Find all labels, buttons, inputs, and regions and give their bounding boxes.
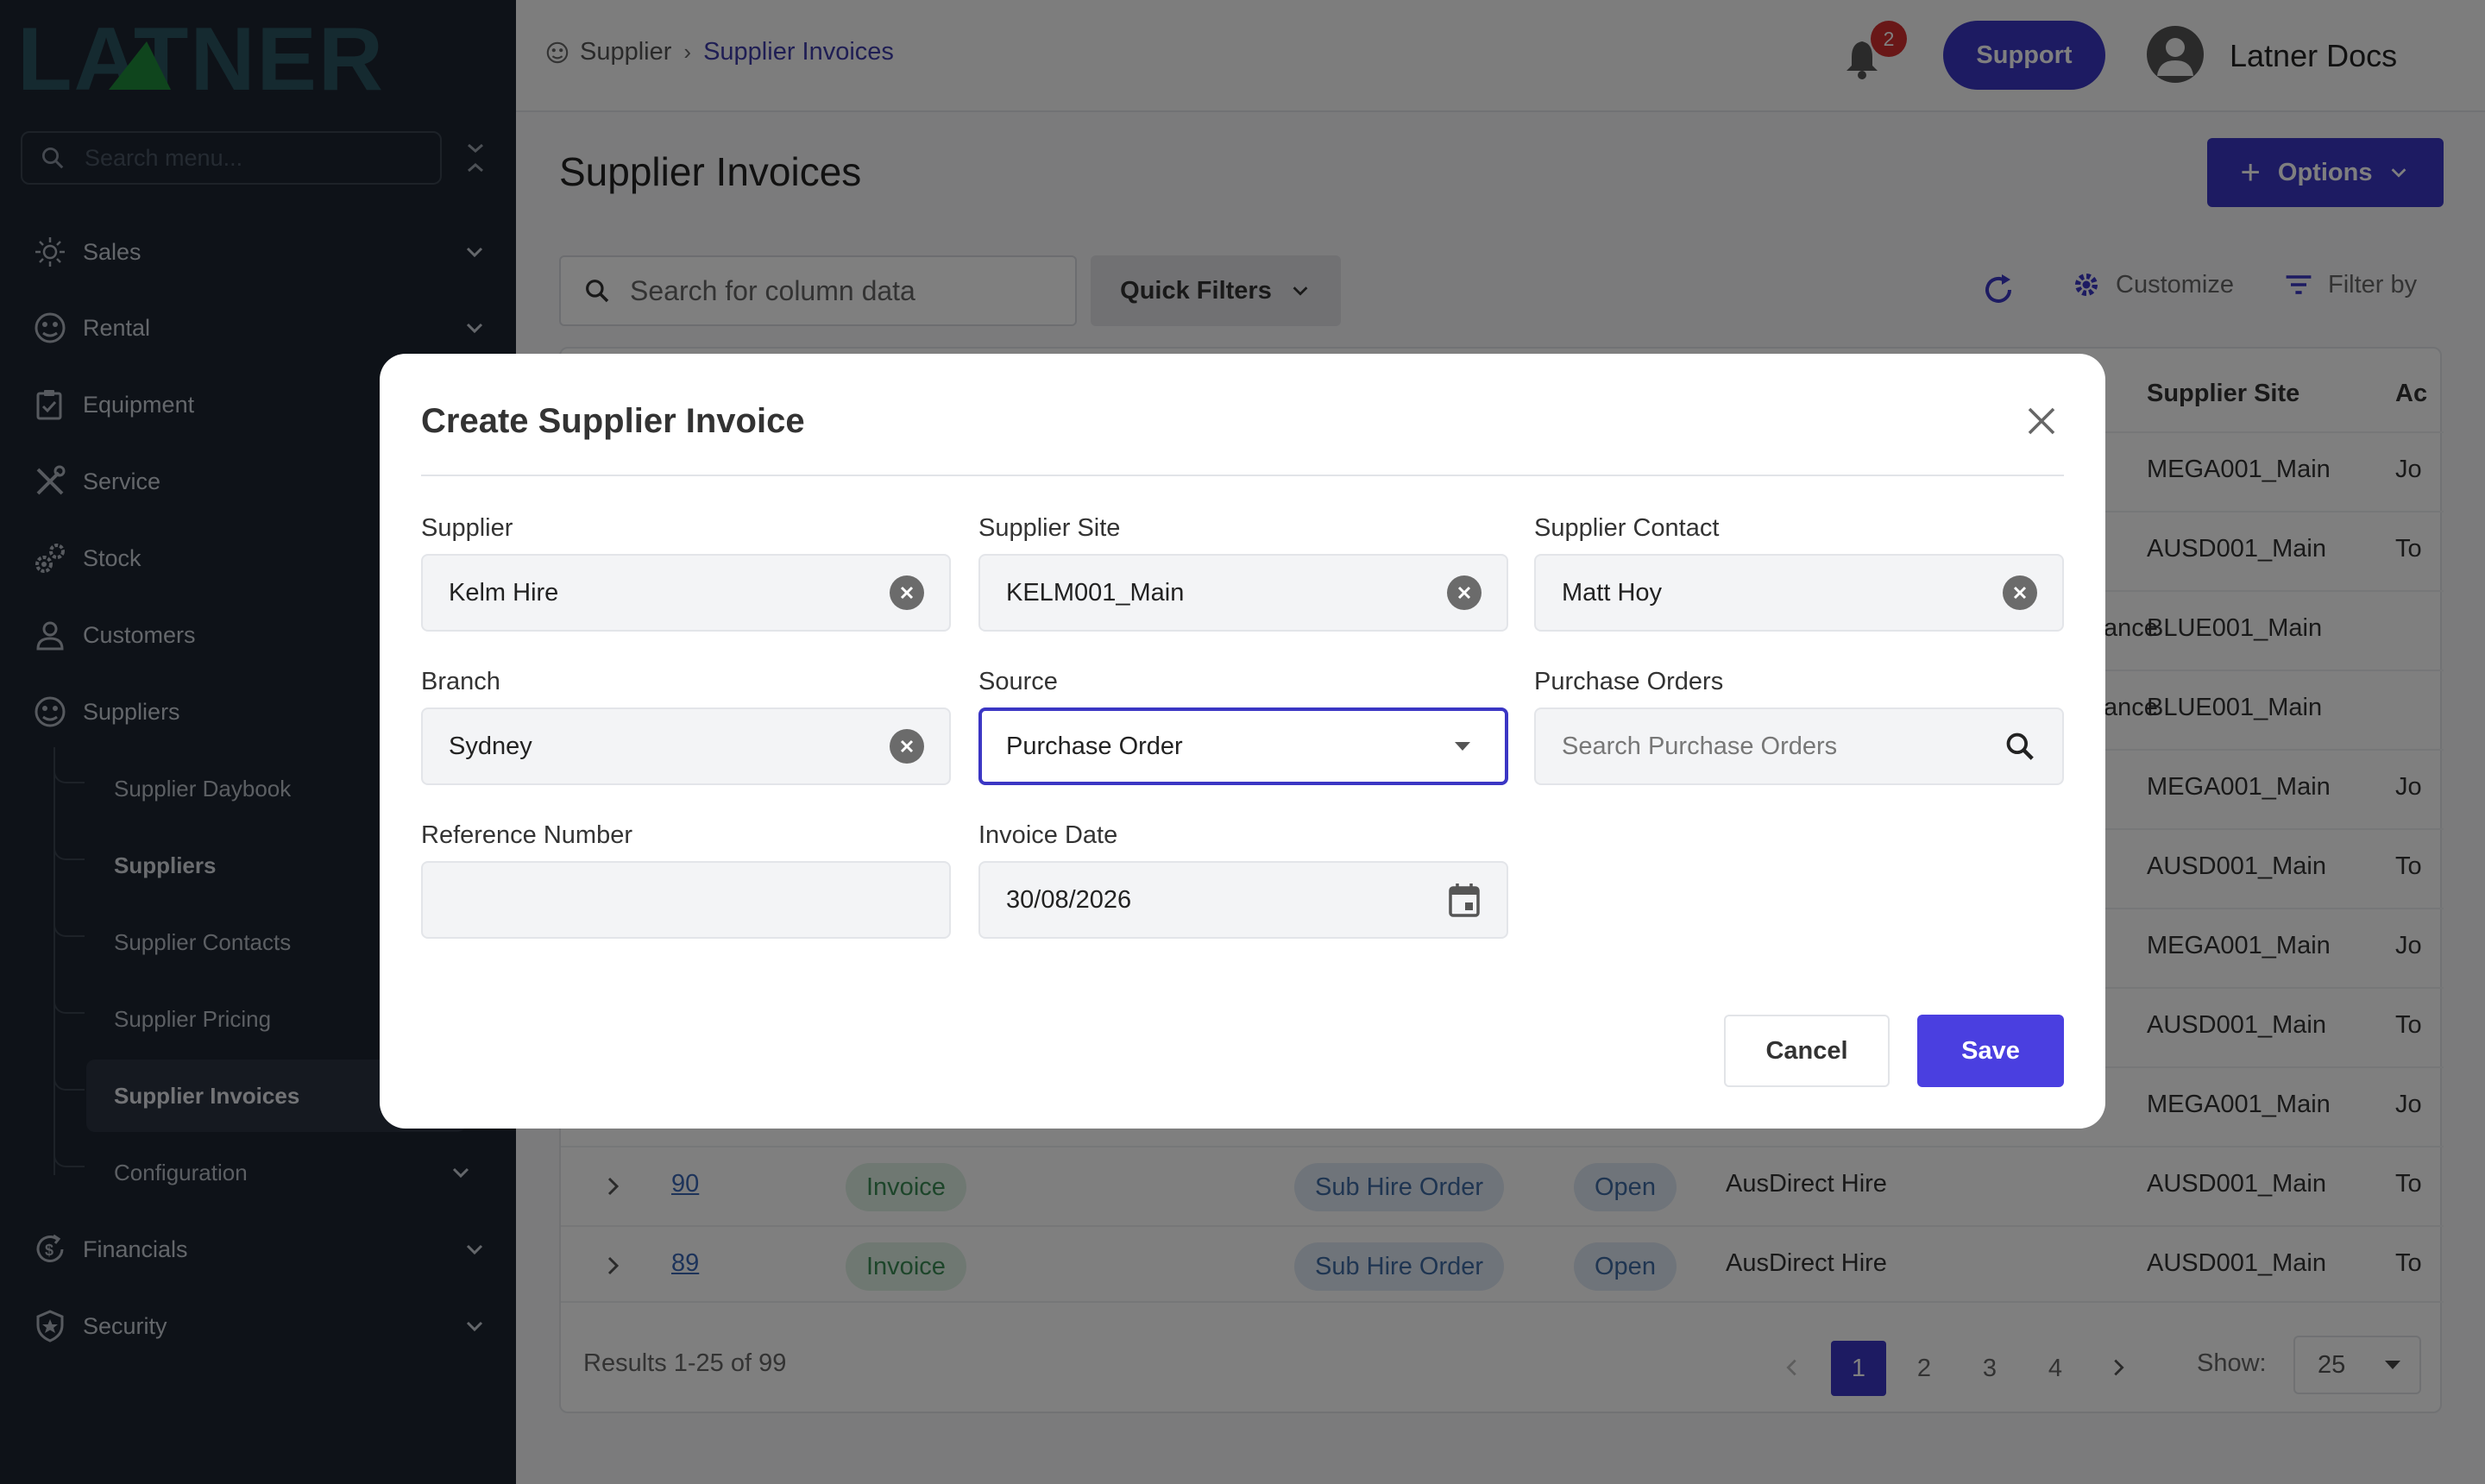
clear-icon — [1447, 575, 1482, 610]
clear-icon — [2003, 575, 2037, 610]
clear-supplier-contact-button[interactable] — [2002, 575, 2038, 611]
search-icon[interactable] — [2002, 728, 2038, 764]
supplier-contact-value: Matt Hoy — [1562, 578, 1663, 607]
cancel-button[interactable]: Cancel — [1724, 1015, 1890, 1087]
purchase-orders-label: Purchase Orders — [1534, 668, 1724, 695]
branch-label: Branch — [421, 668, 500, 695]
calendar-icon[interactable] — [1446, 882, 1482, 918]
dialog-divider — [421, 475, 2064, 476]
save-button[interactable]: Save — [1917, 1015, 2064, 1087]
supplier-site-label: Supplier Site — [978, 514, 1121, 542]
close-icon[interactable] — [2023, 402, 2060, 440]
clear-supplier-site-button[interactable] — [1446, 575, 1482, 611]
supplier-field[interactable]: Kelm Hire — [421, 554, 951, 632]
purchase-orders-placeholder: Search Purchase Orders — [1562, 732, 1838, 760]
supplier-contact-field[interactable]: Matt Hoy — [1534, 554, 2064, 632]
reference-number-input[interactable] — [421, 861, 951, 939]
caret-down-icon — [1444, 728, 1481, 764]
source-value: Purchase Order — [1006, 732, 1183, 760]
supplier-value: Kelm Hire — [449, 578, 559, 607]
supplier-site-field[interactable]: KELM001_Main — [978, 554, 1508, 632]
supplier-site-value: KELM001_Main — [1006, 578, 1185, 607]
clear-icon — [890, 575, 924, 610]
supplier-contact-label: Supplier Contact — [1534, 514, 1720, 542]
invoice-date-label: Invoice Date — [978, 821, 1118, 849]
invoice-date-value: 30/08/2026 — [1006, 885, 1132, 914]
reference-number-label: Reference Number — [421, 821, 632, 849]
dialog-title: Create Supplier Invoice — [421, 402, 805, 440]
source-select[interactable]: Purchase Order — [978, 707, 1508, 785]
purchase-orders-search-input[interactable]: Search Purchase Orders — [1534, 707, 2064, 785]
invoice-date-input[interactable]: 30/08/2026 — [978, 861, 1508, 939]
clear-branch-button[interactable] — [889, 728, 925, 764]
create-supplier-invoice-dialog: Create Supplier Invoice Supplier Kelm Hi… — [380, 354, 2105, 1129]
source-label: Source — [978, 668, 1058, 695]
supplier-label: Supplier — [421, 514, 513, 542]
branch-value: Sydney — [449, 732, 532, 760]
clear-supplier-button[interactable] — [889, 575, 925, 611]
clear-icon — [890, 729, 924, 764]
branch-field[interactable]: Sydney — [421, 707, 951, 785]
